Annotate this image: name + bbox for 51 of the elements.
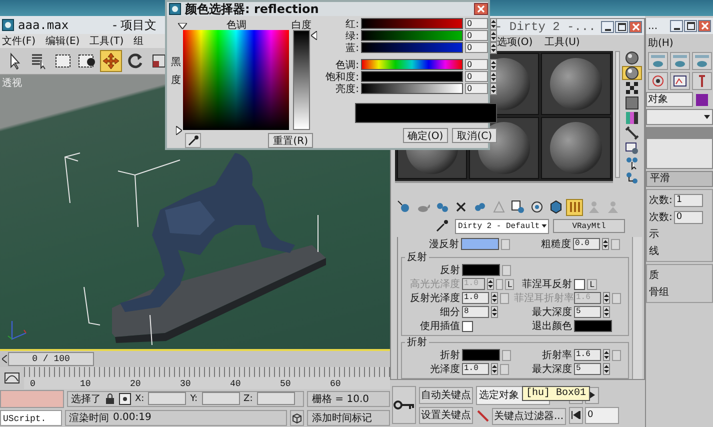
group-title: 折射 xyxy=(405,337,429,348)
window-title: - Dirty 2 -... xyxy=(495,20,596,34)
channel-label: 红: xyxy=(344,18,359,30)
window-title: 颜色选择器: reflection xyxy=(185,0,319,18)
parameter-label: 折射率 xyxy=(541,348,572,362)
parameter-label: 次数: xyxy=(649,211,672,224)
group-title: 反射 xyxy=(405,252,429,263)
parameter-label: 细分 xyxy=(439,306,460,319)
parameter-label: 粗糙度 xyxy=(540,238,571,251)
frame-number: 30 xyxy=(180,379,192,389)
coordinate-label: Y: xyxy=(190,394,198,404)
channel-label: 蓝: xyxy=(344,42,359,54)
render-time: 0.00:19 xyxy=(113,412,152,423)
frame-number: 60 xyxy=(330,379,342,389)
parameter-label: 反射光泽度 xyxy=(409,292,460,305)
coordinate-label: Z: xyxy=(244,394,253,404)
parameter-label: 最大深度 xyxy=(531,306,572,319)
parameter-label: 漫反射 xyxy=(428,238,459,251)
option-label: 示 xyxy=(649,228,660,241)
tooltip: [hu] Box01 xyxy=(522,386,590,401)
frame-number: 40 xyxy=(230,379,242,389)
render-time-label: 渲染时间 xyxy=(69,412,109,424)
parameter-label: 菲涅耳反射 xyxy=(521,278,572,291)
parameter-label: 退出颜色 xyxy=(531,320,572,333)
parameter-label: 折射 xyxy=(439,348,460,362)
option-label: 线 xyxy=(649,244,660,258)
channel-label: 绿: xyxy=(344,30,359,42)
parameter-label: 次数: xyxy=(649,194,672,207)
parameter-label: 菲涅耳折射率 xyxy=(514,292,572,305)
channel-label: 色调: xyxy=(334,58,359,72)
window-title: - 项目文 xyxy=(112,16,157,34)
parameter-label: 光泽度 xyxy=(429,362,460,376)
channel-label: 亮度: xyxy=(334,82,359,96)
grid-size: 栅格 = 10.0 xyxy=(307,390,390,406)
frame-number: 0 xyxy=(30,379,36,389)
frame-number: 50 xyxy=(280,379,292,389)
coordinate-label: X: xyxy=(135,394,144,404)
frame-number: 10 xyxy=(80,379,92,389)
window-title: aaa.max xyxy=(18,18,69,32)
option-label: 骨组 xyxy=(649,286,670,299)
parameter-label: 高光光泽度 xyxy=(409,278,460,291)
material-name: Dirty 2 - Default xyxy=(457,222,540,230)
parameter-label: 使用插值 xyxy=(419,320,460,333)
window-title: ... xyxy=(647,20,658,32)
whiteness-label: 白度 xyxy=(290,18,312,30)
selection-status: 选择了 xyxy=(71,392,101,406)
frame-number: 20 xyxy=(130,379,142,389)
option-label: 质 xyxy=(649,268,660,282)
parameter-label: 最大深度 xyxy=(531,362,572,376)
parameter-label: 反射 xyxy=(439,264,460,277)
hue-label: 色调 xyxy=(225,19,248,30)
